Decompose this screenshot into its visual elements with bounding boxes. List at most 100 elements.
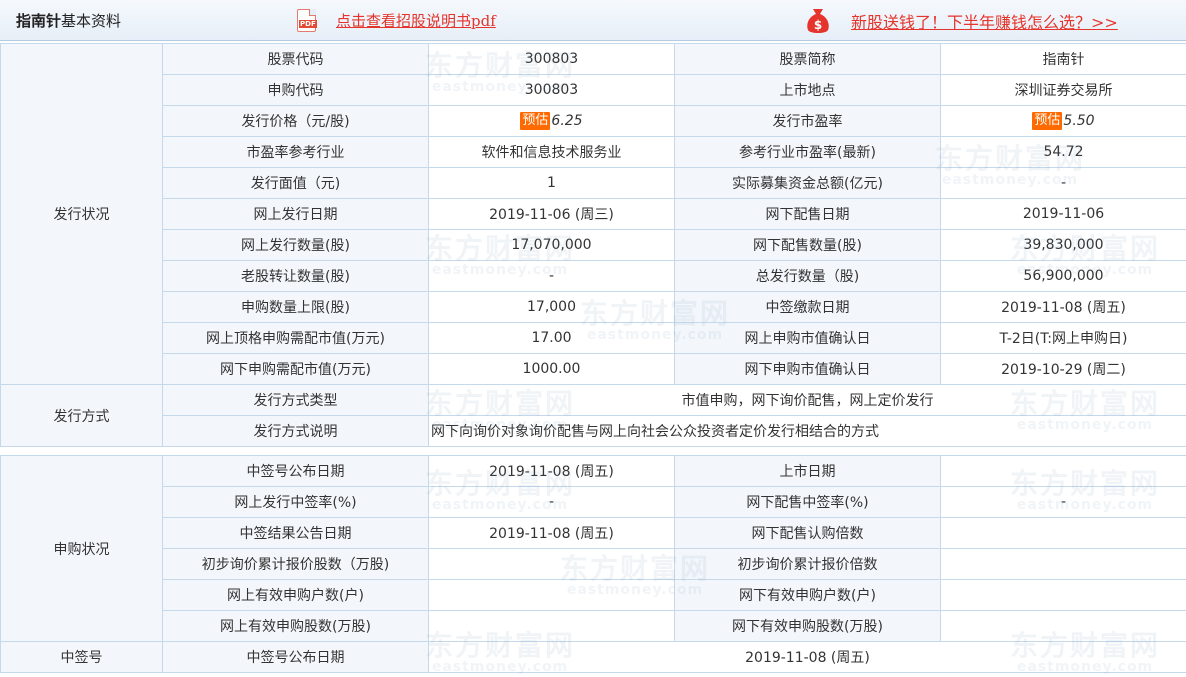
money-icon-symbol: $ (814, 18, 822, 32)
table-row: 初步询价累计报价股数（万股) 初步询价累计报价倍数 (1, 548, 1186, 580)
field-label: 网下申购需配市值(万元) (162, 353, 429, 385)
field-value: - (940, 167, 1186, 199)
page-title: 指南针基本资料 (16, 10, 121, 31)
title-suffix: 基本资料 (61, 12, 122, 30)
field-label: 网上申购市值确认日 (674, 322, 941, 354)
field-label: 网下申购市值确认日 (674, 353, 941, 385)
field-label: 申购数量上限(股) (162, 291, 429, 323)
field-label: 网下配售中签率(%) (674, 486, 941, 518)
field-label: 股票简称 (674, 43, 941, 75)
field-value (428, 579, 675, 611)
field-label: 网上顶格申购需配市值(万元) (162, 322, 429, 354)
table-row: 网上发行日期 2019-11-06 (周三) 网下配售日期 2019-11-06 (1, 198, 1186, 230)
field-value: 2019-11-06 (940, 198, 1186, 230)
field-value: 17.00 (428, 322, 675, 354)
section-issuance-method: 发行方式 (0, 384, 163, 447)
field-label: 股票代码 (162, 43, 429, 75)
subscription-table: 申购状况 中签号公布日期 2019-11-08 (周五) 上市日期 网上发行中签… (0, 455, 1186, 673)
section-lottery-number: 中签号 (0, 641, 163, 673)
field-value: 300803 (428, 43, 675, 75)
field-label: 上市地点 (674, 74, 941, 106)
estimate-badge: 预估 (520, 112, 551, 130)
field-value (428, 610, 675, 642)
table-row: 网上发行中签率(%) - 网下配售中签率(%) - (1, 486, 1186, 518)
table-row: 发行状况 股票代码 300803 股票简称 指南针 (0, 43, 1186, 385)
field-value: 指南针 (940, 43, 1186, 75)
table-row: 老股转让数量(股) - 总发行数量（股) 56,900,000 (1, 260, 1186, 292)
page-header: 指南针基本资料 PDF 点击查看招股说明书pdf $ 新股送钱了！下半年赚钱怎么… (0, 0, 1186, 41)
field-label: 发行方式类型 (162, 384, 429, 416)
table-row: 发行方式说明 网下向询价对象询价配售与网上向社会公众投资者定价发行相结合的方式 (1, 415, 1186, 447)
pdf-icon[interactable]: PDF (297, 9, 317, 32)
issuance-method-type-value: 市值申购，网下询价配售，网上定价发行 (428, 384, 1186, 416)
field-label: 参考行业市盈率(最新) (674, 136, 941, 168)
field-label: 初步询价累计报价倍数 (674, 548, 941, 580)
field-label: 申购代码 (162, 74, 429, 106)
lottery-publish-date-value: 2019-11-08 (周五) (428, 641, 1186, 673)
field-value (940, 579, 1186, 611)
field-value: 2019-11-08 (周五) (940, 291, 1186, 323)
field-label: 上市日期 (674, 455, 941, 487)
table-row: 发行方式 发行方式类型 市值申购，网下询价配售，网上定价发行 (0, 384, 1186, 447)
table-row: 网上有效申购股数(万股) 网下有效申购股数(万股) (1, 610, 1186, 642)
table-row: 市盈率参考行业 软件和信息技术服务业 参考行业市盈率(最新) 54.72 (1, 136, 1186, 168)
prospectus-pdf-link[interactable]: 点击查看招股说明书pdf (336, 10, 496, 31)
field-label: 网上发行日期 (162, 198, 429, 230)
field-value: 56,900,000 (940, 260, 1186, 292)
field-value: 2019-11-08 (周五) (428, 517, 675, 549)
table-row: 网上发行数量(股) 17,070,000 网下配售数量(股) 39,830,00… (1, 229, 1186, 261)
field-value: - (428, 486, 675, 518)
field-label: 初步询价累计报价股数（万股) (162, 548, 429, 580)
table-row: 中签结果公告日期 2019-11-08 (周五) 网下配售认购倍数 (1, 517, 1186, 549)
field-label: 发行面值（元) (162, 167, 429, 199)
table-row: 发行价格（元/股) 预估 6.25 发行市盈率 预估 5.50 (1, 105, 1186, 137)
field-label: 网上发行数量(股) (162, 229, 429, 261)
field-value: 300803 (428, 74, 675, 106)
table-row: 申购数量上限(股) 17,000 中签缴款日期 2019-11-08 (周五) (1, 291, 1186, 323)
field-value (428, 548, 675, 580)
field-label: 实际募集资金总额(亿元) (674, 167, 941, 199)
field-label: 发行方式说明 (162, 415, 429, 447)
field-label: 网上有效申购户数(户) (162, 579, 429, 611)
field-label: 老股转让数量(股) (162, 260, 429, 292)
field-value (940, 610, 1186, 642)
stock-name-title: 指南针 (16, 12, 62, 30)
field-label: 网下有效申购户数(户) (674, 579, 941, 611)
field-label: 发行价格（元/股) (162, 105, 429, 137)
field-label: 网上有效申购股数(万股) (162, 610, 429, 642)
field-label: 中签号公布日期 (162, 641, 429, 673)
field-value: 17,070,000 (428, 229, 675, 261)
pdf-icon-label: PDF (299, 20, 317, 28)
field-value: T-2日(T:网上申购日) (940, 322, 1186, 354)
section-subscription-status: 申购状况 (0, 455, 163, 642)
field-value (940, 455, 1186, 487)
field-value: 1000.00 (428, 353, 675, 385)
issuance-table: 发行状况 股票代码 300803 股票简称 指南针 申购代码 300803 上市… (0, 43, 1186, 447)
field-value: 2019-10-29 (周二) (940, 353, 1186, 385)
issue-pe-value: 预估 5.50 (940, 105, 1186, 137)
field-value: 1 (428, 167, 675, 199)
estimate-badge: 预估 (1032, 112, 1063, 130)
section-issuance-status: 发行状况 (0, 43, 163, 385)
field-value: 2019-11-08 (周五) (428, 455, 675, 487)
money-bag-icon[interactable]: $ (803, 5, 833, 35)
field-value: 2019-11-06 (周三) (428, 198, 675, 230)
issue-price-value: 预估 6.25 (428, 105, 675, 137)
field-label: 总发行数量（股) (674, 260, 941, 292)
table-row: 发行面值（元) 1 实际募集资金总额(亿元) - (1, 167, 1186, 199)
table-row: 中签号 中签号公布日期 2019-11-08 (周五) (0, 641, 1186, 673)
field-value: 54.72 (940, 136, 1186, 168)
issuance-method-description-value: 网下向询价对象询价配售与网上向社会公众投资者定价发行相结合的方式 (428, 415, 1186, 447)
table-row: 网上顶格申购需配市值(万元) 17.00 网上申购市值确认日 T-2日(T:网上… (1, 322, 1186, 354)
issue-pe-number: 5.50 (1063, 113, 1095, 129)
field-label: 网下有效申购股数(万股) (674, 610, 941, 642)
field-label: 网下配售认购倍数 (674, 517, 941, 549)
new-stock-promo-link[interactable]: 新股送钱了！下半年赚钱怎么选？>> (851, 9, 1118, 33)
field-label: 网上发行中签率(%) (162, 486, 429, 518)
field-label: 中签号公布日期 (162, 455, 429, 487)
field-label: 网下配售日期 (674, 198, 941, 230)
table-row: 网上有效申购户数(户) 网下有效申购户数(户) (1, 579, 1186, 611)
field-label: 发行市盈率 (674, 105, 941, 137)
field-label: 网下配售数量(股) (674, 229, 941, 261)
table-row: 申购代码 300803 上市地点 深圳证券交易所 (1, 74, 1186, 106)
